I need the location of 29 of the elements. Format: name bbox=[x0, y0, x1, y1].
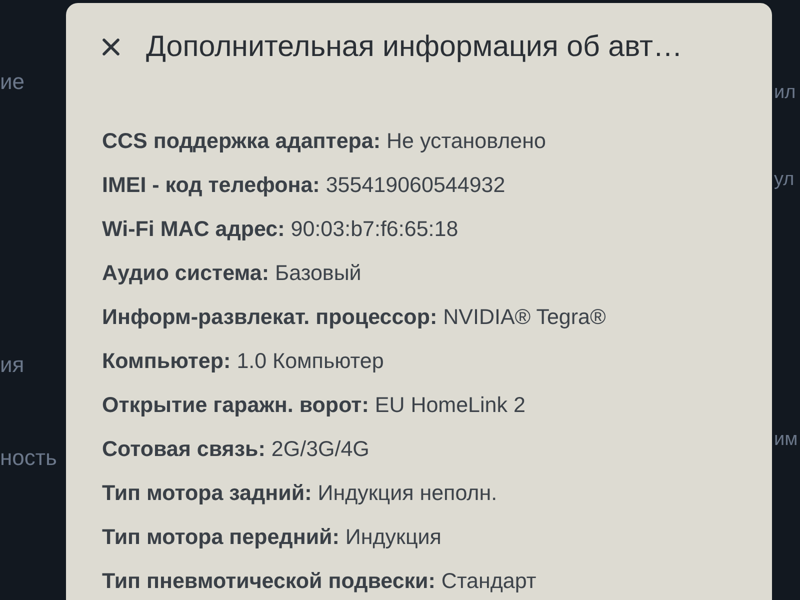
background-text: ие bbox=[0, 68, 25, 96]
spec-label: Аудио система: bbox=[102, 260, 269, 286]
background-text: им bbox=[774, 428, 798, 452]
background-text: ность bbox=[0, 444, 57, 472]
spec-label: Тип мотора передний: bbox=[102, 524, 340, 550]
spec-value: Стандарт bbox=[441, 568, 536, 594]
spec-value: Не установлено bbox=[386, 128, 546, 154]
spec-value: 1.0 Компьютер bbox=[236, 348, 384, 374]
spec-label: Сотовая связь: bbox=[102, 436, 266, 462]
spec-value: Базовый bbox=[275, 260, 362, 286]
background-text: ул bbox=[774, 168, 794, 192]
spec-value: 90:03:b7:f6:65:18 bbox=[290, 216, 458, 242]
spec-value: NVIDIA® Tegra® bbox=[443, 304, 606, 330]
spec-label: Компьютер: bbox=[102, 348, 231, 374]
dialog-title: Дополнительная информация об авт… bbox=[146, 30, 683, 64]
spec-label: CCS поддержка адаптера: bbox=[102, 128, 381, 154]
spec-label: Информ-развлекат. процессор: bbox=[102, 304, 438, 330]
spec-label: Тип мотора задний: bbox=[102, 480, 312, 506]
spec-label: Wi-Fi MAC адрес: bbox=[102, 216, 285, 242]
background-text: ия bbox=[0, 351, 24, 379]
background-text: ил bbox=[774, 81, 796, 105]
spec-label: Тип пневмотической подвески: bbox=[102, 568, 436, 594]
spec-value: 2G/3G/4G bbox=[271, 436, 370, 462]
spec-value: 355419060544932 bbox=[326, 172, 506, 198]
spec-value: Индукция bbox=[345, 524, 442, 550]
spec-label: IMEI - код телефона: bbox=[102, 172, 320, 198]
spec-value: EU HomeLink 2 bbox=[374, 392, 526, 418]
spec-value: Индукция неполн. bbox=[318, 480, 498, 506]
spec-label: Открытие гаражн. ворот: bbox=[102, 392, 369, 418]
